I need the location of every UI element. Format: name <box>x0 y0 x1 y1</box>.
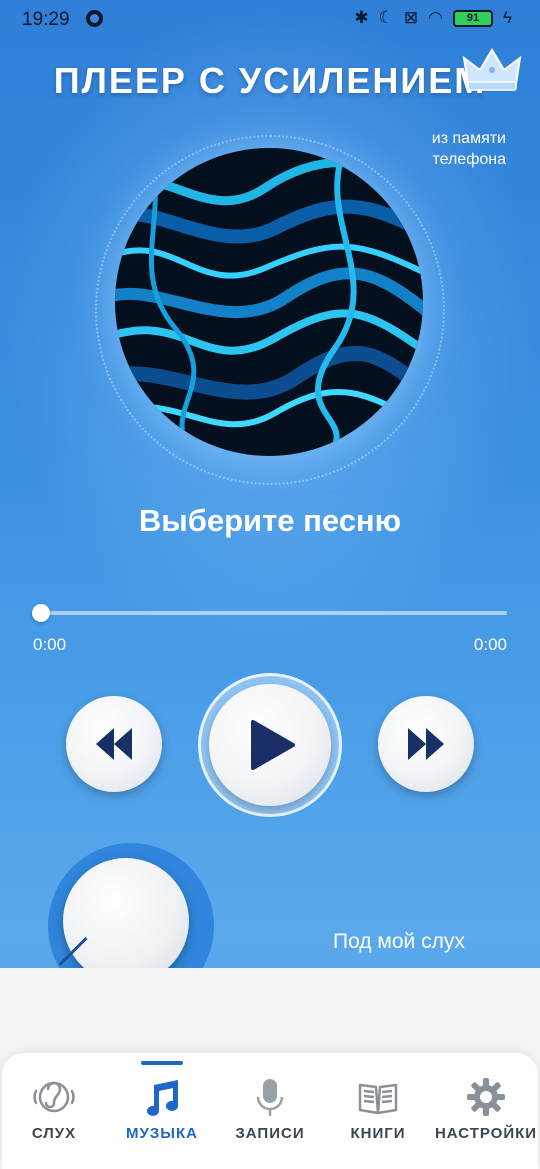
active-tab-indicator <box>141 1061 183 1065</box>
song-title: Выберите песню <box>138 503 402 538</box>
album-art <box>115 148 423 456</box>
volume-knob[interactable] <box>63 858 189 984</box>
play-button[interactable] <box>209 684 331 806</box>
nav-item-hearing[interactable]: СЛУХ <box>2 1053 106 1169</box>
bottom-nav: СЛУХ МУЗЫКА ЗАПИСИ КНИГИ НАСТРОЙКИ <box>2 1053 538 1169</box>
time-elapsed: 0:00 <box>33 635 67 654</box>
fast-forward-icon <box>408 728 444 760</box>
nav-label-books: КНИГИ <box>350 1125 406 1142</box>
player-screen: 19:29 ✱ ☾ ⊠ ◠ 91 ϟ ПЛЕЕР С УСИЛЕНИЕМ из … <box>0 0 540 1169</box>
progress-track[interactable] <box>40 611 507 615</box>
ear-icon <box>33 1081 75 1113</box>
page-title: ПЛЕЕР С УСИЛЕНИЕМ <box>53 60 487 101</box>
play-icon <box>251 720 295 770</box>
nav-label-hearing: СЛУХ <box>31 1125 77 1142</box>
hearing-profile-label[interactable]: Под мой слух <box>333 930 465 954</box>
nav-item-settings[interactable]: НАСТРОЙКИ <box>434 1053 538 1169</box>
phone-memory-link[interactable]: из памяти телефона <box>386 128 506 170</box>
nav-item-books[interactable]: КНИГИ <box>326 1053 430 1169</box>
crown-icon[interactable] <box>462 46 522 92</box>
nav-item-recordings[interactable]: ЗАПИСИ <box>218 1053 322 1169</box>
nav-label-music: МУЗЫКА <box>126 1125 198 1142</box>
status-time: 19:29 <box>22 9 70 30</box>
nav-label-recordings: ЗАПИСИ <box>235 1125 305 1142</box>
status-app-icon <box>86 10 103 27</box>
music-note-icon <box>147 1080 178 1116</box>
moon-icon: ☾ <box>378 8 394 27</box>
status-bar: 19:29 ✱ ☾ ⊠ ◠ 91 ϟ <box>0 0 540 40</box>
rewind-button[interactable] <box>66 696 162 792</box>
battery-icon: 91 <box>453 9 493 27</box>
bluetooth-icon: ✱ <box>354 8 369 27</box>
status-icons: ✱ ☾ ⊠ ◠ 91 ϟ <box>354 8 512 28</box>
nav-item-music[interactable]: МУЗЫКА <box>110 1053 214 1169</box>
rewind-icon <box>96 728 132 760</box>
progress-thumb[interactable] <box>32 604 50 622</box>
gear-icon <box>467 1078 505 1116</box>
charging-icon: ϟ <box>503 8 512 27</box>
book-icon <box>358 1083 398 1115</box>
fast-forward-button[interactable] <box>378 696 474 792</box>
wifi-icon: ◠ <box>428 8 443 27</box>
microphone-icon <box>256 1079 284 1116</box>
sim-off-icon: ⊠ <box>403 8 419 27</box>
nav-label-settings: НАСТРОЙКИ <box>434 1125 538 1142</box>
time-total: 0:00 <box>473 635 507 654</box>
